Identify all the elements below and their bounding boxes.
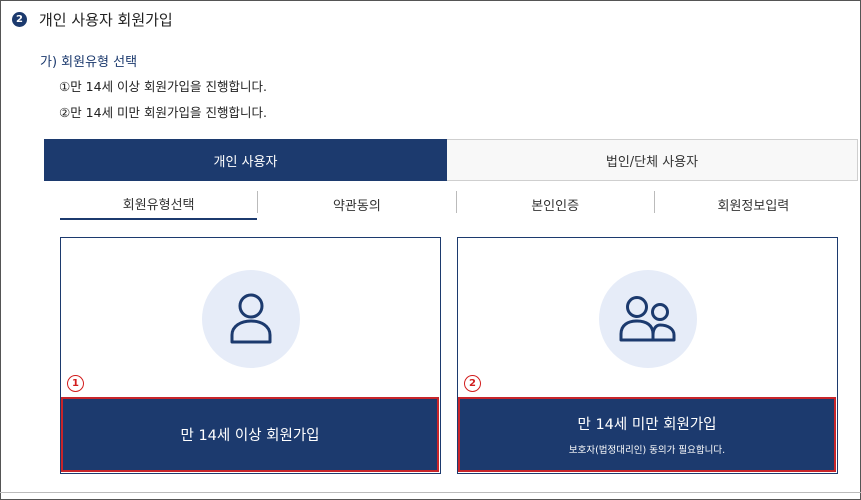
tab-individual-user[interactable]: 개인 사용자 — [44, 139, 447, 181]
group-icon — [599, 270, 697, 368]
card-under-14[interactable]: 2 만 14세 미만 회원가입 보호자(법정대리인) 동의가 필요합니다. — [457, 237, 838, 474]
signup-under-14-button[interactable]: 만 14세 미만 회원가입 보호자(법정대리인) 동의가 필요합니다. — [458, 397, 836, 472]
section-header: 2 개인 사용자 회원가입 — [12, 9, 173, 30]
description-line: ②만 14세 미만 회원가입을 진행합니다. — [59, 105, 267, 120]
guardian-consent-note: 보호자(법정대리인) 동의가 필요합니다. — [568, 445, 726, 456]
section-title: 개인 사용자 회원가입 — [39, 11, 173, 29]
signup-14-plus-button[interactable]: 만 14세 이상 회원가입 — [61, 397, 439, 472]
number-marker: 2 — [464, 375, 481, 392]
user-type-tabs: 개인 사용자 법인/단체 사용자 — [44, 139, 858, 181]
number-marker: 1 — [67, 375, 84, 392]
signup-button-title: 만 14세 이상 회원가입 — [180, 428, 320, 444]
signup-button-title: 만 14세 미만 회원가입 — [577, 417, 717, 433]
step-member-info[interactable]: 회원정보입력 — [655, 188, 852, 220]
tab-corporate-user[interactable]: 법인/단체 사용자 — [447, 139, 858, 181]
step-identity-verification[interactable]: 본인인증 — [457, 188, 654, 220]
step-number-badge: 2 — [12, 12, 27, 27]
subsection-title: 가) 회원유형 선택 — [40, 55, 138, 70]
description-line: ①만 14세 이상 회원가입을 진행합니다. — [59, 79, 267, 94]
card-age-14-plus[interactable]: 1 만 14세 이상 회원가입 — [60, 237, 441, 474]
step-terms-agreement[interactable]: 약관동의 — [258, 188, 455, 220]
signup-steps: 회원유형선택 약관동의 본인인증 회원정보입력 — [60, 188, 852, 222]
step-member-type[interactable]: 회원유형선택 — [60, 188, 258, 220]
person-icon — [202, 270, 300, 368]
bottom-divider — [0, 492, 861, 493]
